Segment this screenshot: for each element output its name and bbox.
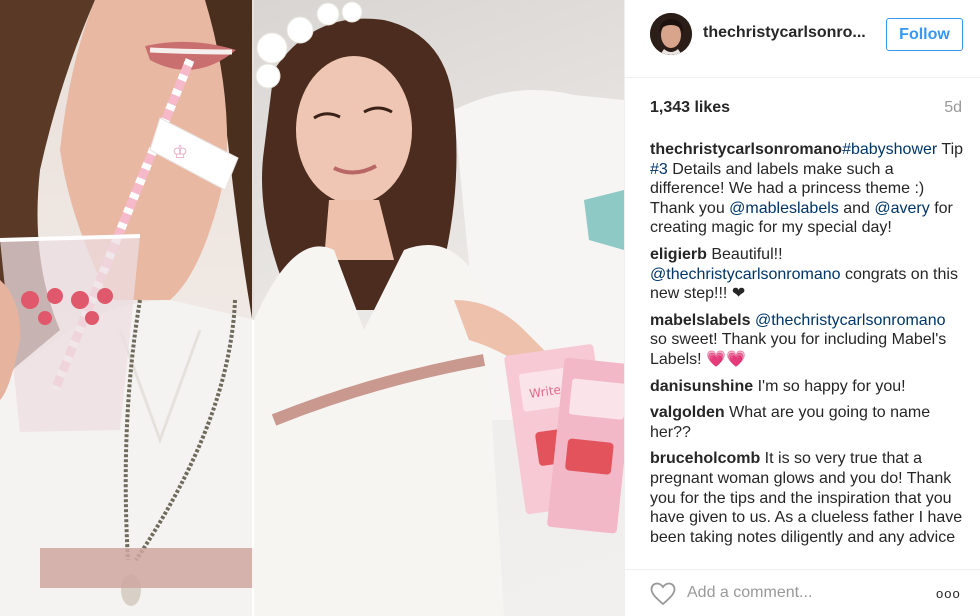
comment-link[interactable]: @avery xyxy=(874,200,929,217)
comment-item: danisunshine I'm so happy for you! xyxy=(650,377,966,397)
comment-link[interactable]: #3 xyxy=(650,161,668,178)
comment-text: Beautiful!! xyxy=(706,245,783,263)
post-photo[interactable]: ♔ Write xyxy=(0,0,624,616)
more-options-icon[interactable]: ooo xyxy=(936,586,961,601)
comment-footer: Add a comment... ooo xyxy=(625,569,980,616)
comment-item: valgolden What are you going to name her… xyxy=(650,403,966,442)
comment-link[interactable]: @mableslabels xyxy=(729,200,839,217)
follow-button[interactable]: Follow xyxy=(886,18,963,51)
woman-portrait-illustration: Write xyxy=(254,1,624,616)
comment-text: I'm so happy for you! xyxy=(753,377,906,395)
post-username[interactable]: thechristycarlsonro... xyxy=(703,24,866,42)
comment-username[interactable]: bruceholcomb xyxy=(650,450,760,467)
straw-cup-illustration: ♔ xyxy=(0,0,254,616)
comments-list: thechristycarlsonromano#babyshower Tip #… xyxy=(650,140,966,558)
comment-link[interactable]: #babyshower xyxy=(842,141,937,158)
comment-item: eligierb Beautiful!! @thechristycarlsonr… xyxy=(650,245,966,304)
comment-link[interactable]: @thechristycarlsonromano xyxy=(650,266,841,283)
comment-username[interactable]: thechristycarlsonromano xyxy=(650,141,842,158)
comment-text: so sweet! Thank you for including Mabel'… xyxy=(650,331,947,368)
comment-username[interactable]: eligierb xyxy=(650,246,707,263)
post-sidebar: thechristycarlsonro... Follow 1,343 like… xyxy=(624,0,980,616)
instagram-post: ♔ Write thechristycarlsonro... Follow 1,… xyxy=(0,0,980,616)
photo-right-panel: Write xyxy=(254,0,624,616)
comment-text: and xyxy=(838,199,875,217)
photo-left-panel: ♔ xyxy=(0,0,254,616)
comment-item: mabelslabels @thechristycarlsonromano so… xyxy=(650,311,966,370)
avatar[interactable] xyxy=(650,13,692,55)
avatar-image xyxy=(650,13,692,55)
comment-text: Tip xyxy=(937,141,964,158)
likes-row: 1,343 likes 5d xyxy=(650,99,962,121)
heart-outline-icon[interactable] xyxy=(650,582,676,606)
comment-item: bruceholcomb It is so very true that a p… xyxy=(650,449,966,547)
comment-username[interactable]: mabelslabels xyxy=(650,312,751,329)
post-header: thechristycarlsonro... Follow xyxy=(625,0,980,78)
comment-username[interactable]: danisunshine xyxy=(650,378,753,395)
comment-link[interactable]: @thechristycarlsonromano xyxy=(751,312,946,329)
add-comment-input[interactable]: Add a comment... xyxy=(687,584,812,602)
comment-username[interactable]: valgolden xyxy=(650,404,725,421)
comment-item: thechristycarlsonromano#babyshower Tip #… xyxy=(650,140,966,238)
svg-text:♔: ♔ xyxy=(172,142,188,163)
post-age[interactable]: 5d xyxy=(944,99,962,117)
likes-count[interactable]: 1,343 likes xyxy=(650,99,730,117)
